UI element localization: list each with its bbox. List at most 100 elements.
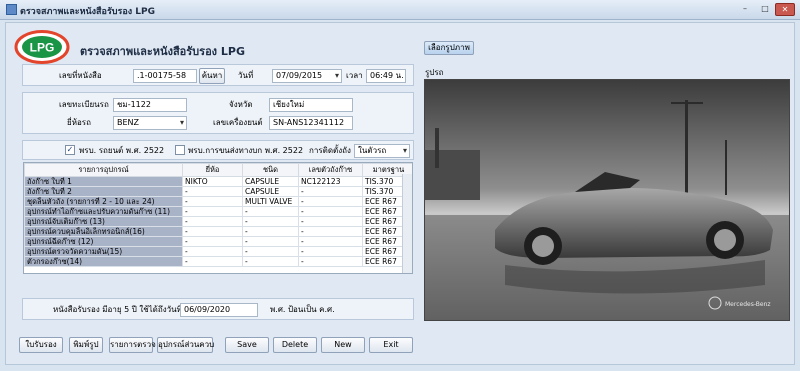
cell-brand[interactable]: - xyxy=(182,246,243,257)
cell-part[interactable]: ถังก๊าซ ใบที่ 1 xyxy=(24,176,183,187)
car-photo: Mercedes-Benz xyxy=(424,79,790,321)
plate-input[interactable]: ชม-1122 xyxy=(113,98,187,112)
cell-serial[interactable]: - xyxy=(298,186,363,197)
new-button[interactable]: New xyxy=(321,337,365,353)
cell-type[interactable]: - xyxy=(242,206,299,217)
plate-label: เลขทะเบียนรถ xyxy=(59,100,109,109)
transport-act-checkbox[interactable] xyxy=(175,145,185,155)
cell-brand[interactable]: - xyxy=(182,216,243,227)
table-row[interactable]: ตัวกรองก๊าซ(14) - - - ECE R67 xyxy=(24,256,412,267)
cell-brand[interactable]: - xyxy=(182,256,243,267)
engine-label: เลขเครื่องยนต์ xyxy=(213,118,263,127)
cell-brand[interactable]: - xyxy=(182,206,243,217)
cell-type[interactable]: - xyxy=(242,236,299,247)
col-header-serial[interactable]: เลขตัวถังก๊าซ xyxy=(298,163,363,177)
header: LPG ตรวจสภาพและหนังสือรับรอง LPG xyxy=(10,30,410,64)
table-scrollbar[interactable] xyxy=(402,174,412,273)
receipt-button[interactable]: ใบรับรอง xyxy=(19,337,63,353)
cell-type[interactable]: CAPSULE xyxy=(242,176,299,187)
cell-serial[interactable]: - xyxy=(298,226,363,237)
options-panel: ✓ พรบ. รถยนต์ พ.ศ. 2522 พรบ.การขนส่งทางบ… xyxy=(22,140,414,160)
car-act-checkbox[interactable]: ✓ xyxy=(65,145,75,155)
print-photo-button[interactable]: พิมพ์รูป xyxy=(69,337,103,353)
cert-no-label: เลขที่หนังสือ xyxy=(59,71,102,80)
cell-part[interactable]: อุปกรณ์ตรวจวัดความดัน(15) xyxy=(24,246,183,257)
maximize-icon[interactable]: □ xyxy=(755,3,775,16)
table-row[interactable]: อุปกรณ์ทำไอก๊าซและปรับความดันก๊าซ (11) - -… xyxy=(24,206,412,217)
cell-type[interactable]: - xyxy=(242,216,299,227)
transport-act-label: พรบ.การขนส่งทางบก พ.ศ. 2522 xyxy=(188,146,304,155)
cell-part[interactable]: ตัวกรองก๊าซ(14) xyxy=(24,256,183,267)
table-row[interactable]: อุปกรณ์ควบคุมลิ้นอิเล็กทรอนิกส์(16) - - - EC… xyxy=(24,226,412,237)
cell-brand[interactable]: - xyxy=(182,226,243,237)
cell-part[interactable]: ชุดลิ้นหัวถัง (รายการที่ 2 - 10 และ 24) xyxy=(24,196,183,207)
cell-part[interactable]: อุปกรณ์ทำไอก๊าซและปรับความดันก๊าซ (11) xyxy=(24,206,183,217)
photo-caption: รูปรถ xyxy=(425,68,444,77)
cell-serial[interactable]: - xyxy=(298,256,363,267)
engine-input[interactable]: SN-ANS12341112 xyxy=(269,116,353,130)
col-header-part[interactable]: รายการอุปกรณ์ xyxy=(24,163,183,177)
cell-serial[interactable]: - xyxy=(298,206,363,217)
close-icon[interactable]: ✕ xyxy=(775,3,795,16)
install-select[interactable]: ในตัวรถ xyxy=(354,144,410,158)
expiry-note: พ.ศ. ป้อนเป็น ค.ศ. xyxy=(270,305,335,314)
cell-brand[interactable]: - xyxy=(182,196,243,207)
expiry-panel: หนังสือรับรอง มีอายุ 5 ปี ใช้ได้ถึงวันที… xyxy=(22,298,414,320)
cell-part[interactable]: อุปกรณ์จับเติมก๊าซ (13) xyxy=(24,216,183,227)
time-label: เวลา xyxy=(346,71,363,80)
cell-serial[interactable]: - xyxy=(298,246,363,257)
parts-table: รายการอุปกรณ์ ยี่ห้อ ชนิด เลขตัวถังก๊าซ … xyxy=(23,162,413,274)
inspect-list-button[interactable]: รายการตรวจ xyxy=(109,337,156,353)
title-bar: ตรวจสภาพและหนังสือรับรอง LPG – □ ✕ xyxy=(0,0,800,20)
app-icon xyxy=(6,4,17,15)
brand-label: ยี่ห้อรถ xyxy=(67,118,91,127)
exit-button[interactable]: Exit xyxy=(369,337,413,353)
cell-type[interactable]: - xyxy=(242,246,299,257)
car-image: Mercedes-Benz xyxy=(425,80,789,320)
brand-select[interactable]: BENZ xyxy=(113,116,187,130)
table-row[interactable]: อุปกรณ์ฉีดก๊าซ (12) - - - ECE R67 xyxy=(24,236,412,247)
table-row[interactable]: ชุดลิ้นหัวถัง (รายการที่ 2 - 10 และ 24) -… xyxy=(24,196,412,207)
cell-type[interactable]: MULTI VALVE xyxy=(242,196,299,207)
cell-brand[interactable]: - xyxy=(182,236,243,247)
cert-no-input[interactable]: .1-00175-58 xyxy=(133,69,197,83)
lpg-logo: LPG xyxy=(14,30,70,64)
parts-button[interactable]: อุปกรณ์ส่วนควบ xyxy=(157,337,214,353)
logo-text: LPG xyxy=(30,41,55,55)
cell-part[interactable]: ถังก๊าซ ใบที่ 2 xyxy=(24,186,183,197)
search-button[interactable]: ค้นหา xyxy=(199,68,225,84)
table-row[interactable]: อุปกรณ์จับเติมก๊าซ (13) - - - ECE R67 xyxy=(24,216,412,227)
cell-serial[interactable]: - xyxy=(298,236,363,247)
vehicle-panel: เลขทะเบียนรถ ชม-1122 จังหวัด เชียงใหม่ ย… xyxy=(22,92,414,134)
date-label: วันที่ xyxy=(238,71,254,80)
window-title: ตรวจสภาพและหนังสือรับรอง LPG xyxy=(20,7,155,17)
table-header-row: รายการอุปกรณ์ ยี่ห้อ ชนิด เลขตัวถังก๊าซ … xyxy=(24,163,412,177)
time-input[interactable]: 06:49 น. xyxy=(366,69,406,83)
car-act-label: พรบ. รถยนต์ พ.ศ. 2522 xyxy=(79,146,165,155)
cert-panel: เลขที่หนังสือ .1-00175-58 ค้นหา วันที่ 0… xyxy=(22,64,414,86)
expiry-label: หนังสือรับรอง มีอายุ 5 ปี ใช้ได้ถึงวันที… xyxy=(53,305,182,314)
cell-part[interactable]: อุปกรณ์ฉีดก๊าซ (12) xyxy=(24,236,183,247)
select-photo-button[interactable]: เลือกรูปภาพ xyxy=(424,41,474,55)
cell-brand[interactable]: NIKTO xyxy=(182,176,243,187)
date-picker[interactable]: 07/09/2015 xyxy=(272,69,342,83)
save-button[interactable]: Save xyxy=(225,337,269,353)
table-row[interactable]: ถังก๊าซ ใบที่ 2- CAPSULE - TIS.370 xyxy=(24,186,412,197)
cell-serial[interactable]: - xyxy=(298,216,363,227)
minimize-icon[interactable]: – xyxy=(735,3,755,16)
cell-part[interactable]: อุปกรณ์ควบคุมลิ้นอิเล็กทรอนิกส์(16) xyxy=(24,226,183,237)
cell-serial[interactable]: - xyxy=(298,196,363,207)
page-title: ตรวจสภาพและหนังสือรับรอง LPG xyxy=(80,45,245,58)
table-row[interactable]: ถังก๊าซ ใบที่ 1 NIKTO CAPSULE NC122123 TIS.3… xyxy=(24,176,412,187)
cell-type[interactable]: CAPSULE xyxy=(242,186,299,197)
province-input[interactable]: เชียงใหม่ xyxy=(269,98,353,112)
table-row[interactable]: อุปกรณ์ตรวจวัดความดัน(15) - - - ECE R67 xyxy=(24,246,412,257)
cell-type[interactable]: - xyxy=(242,256,299,267)
expiry-date-input[interactable]: 06/09/2020 xyxy=(180,303,258,317)
cell-type[interactable]: - xyxy=(242,226,299,237)
col-header-brand[interactable]: ยี่ห้อ xyxy=(182,163,243,177)
cell-brand[interactable]: - xyxy=(182,186,243,197)
cell-serial[interactable]: NC122123 xyxy=(298,176,363,187)
delete-button[interactable]: Delete xyxy=(273,337,317,353)
col-header-type[interactable]: ชนิด xyxy=(242,163,299,177)
